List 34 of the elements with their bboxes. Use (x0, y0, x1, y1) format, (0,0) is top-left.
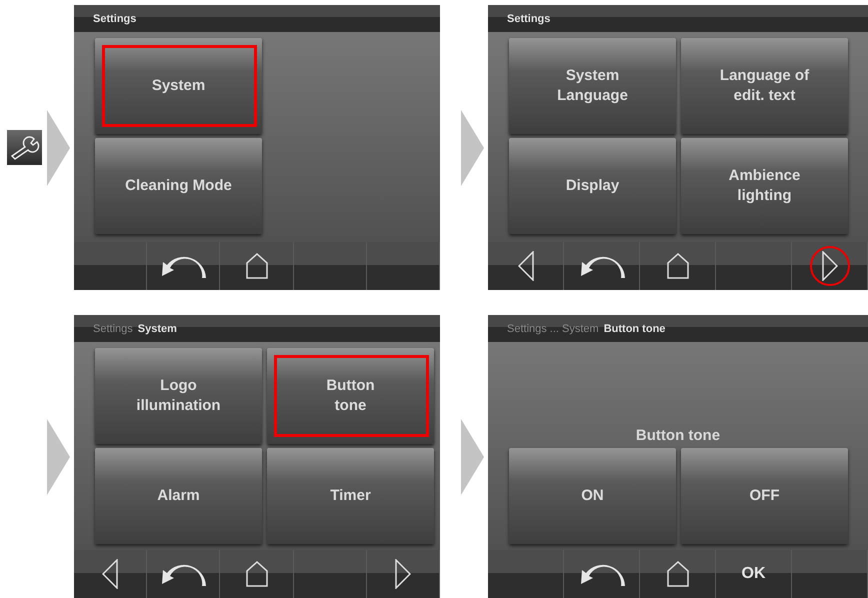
menu-tile[interactable]: System Language (509, 38, 676, 134)
breadcrumb: System (138, 322, 177, 334)
menu-tile[interactable]: Timer (267, 448, 434, 544)
left-triangle-icon (518, 251, 534, 281)
home-icon (244, 561, 268, 587)
back-icon (160, 562, 206, 586)
home-icon (666, 253, 690, 279)
menu-tile[interactable]: ON (509, 448, 676, 544)
breadcrumb: Settings ... System (507, 322, 599, 334)
breadcrumb: Button tone (604, 322, 666, 334)
menu-tile[interactable]: Button tone (267, 348, 434, 444)
menu-tile[interactable]: Display (509, 138, 676, 234)
menu-tile[interactable]: System (95, 38, 262, 134)
menu-tile[interactable]: Language of edit. text (681, 38, 848, 134)
home-icon (244, 253, 268, 279)
home-icon (666, 561, 690, 587)
menu-tile[interactable]: OFF (681, 448, 848, 544)
menu-tile[interactable]: Cleaning Mode (95, 138, 262, 234)
wrench-icon[interactable] (7, 130, 42, 165)
left-triangle-icon (102, 559, 118, 589)
back-icon (578, 562, 624, 586)
back-icon (160, 254, 206, 278)
menu-tile[interactable]: Alarm (95, 448, 262, 544)
ok-button[interactable]: OK (716, 550, 792, 598)
back-icon (578, 254, 624, 278)
breadcrumb: Settings (507, 12, 550, 24)
highlight-circle (810, 246, 850, 286)
prompt-label: Button tone (636, 427, 720, 444)
menu-tile[interactable]: Ambience lighting (681, 138, 848, 234)
right-triangle-icon (394, 559, 411, 589)
breadcrumb: Settings (93, 12, 136, 24)
breadcrumb: Settings (93, 322, 133, 334)
menu-tile[interactable]: Logo illumination (95, 348, 262, 444)
right-triangle-icon (822, 251, 838, 281)
